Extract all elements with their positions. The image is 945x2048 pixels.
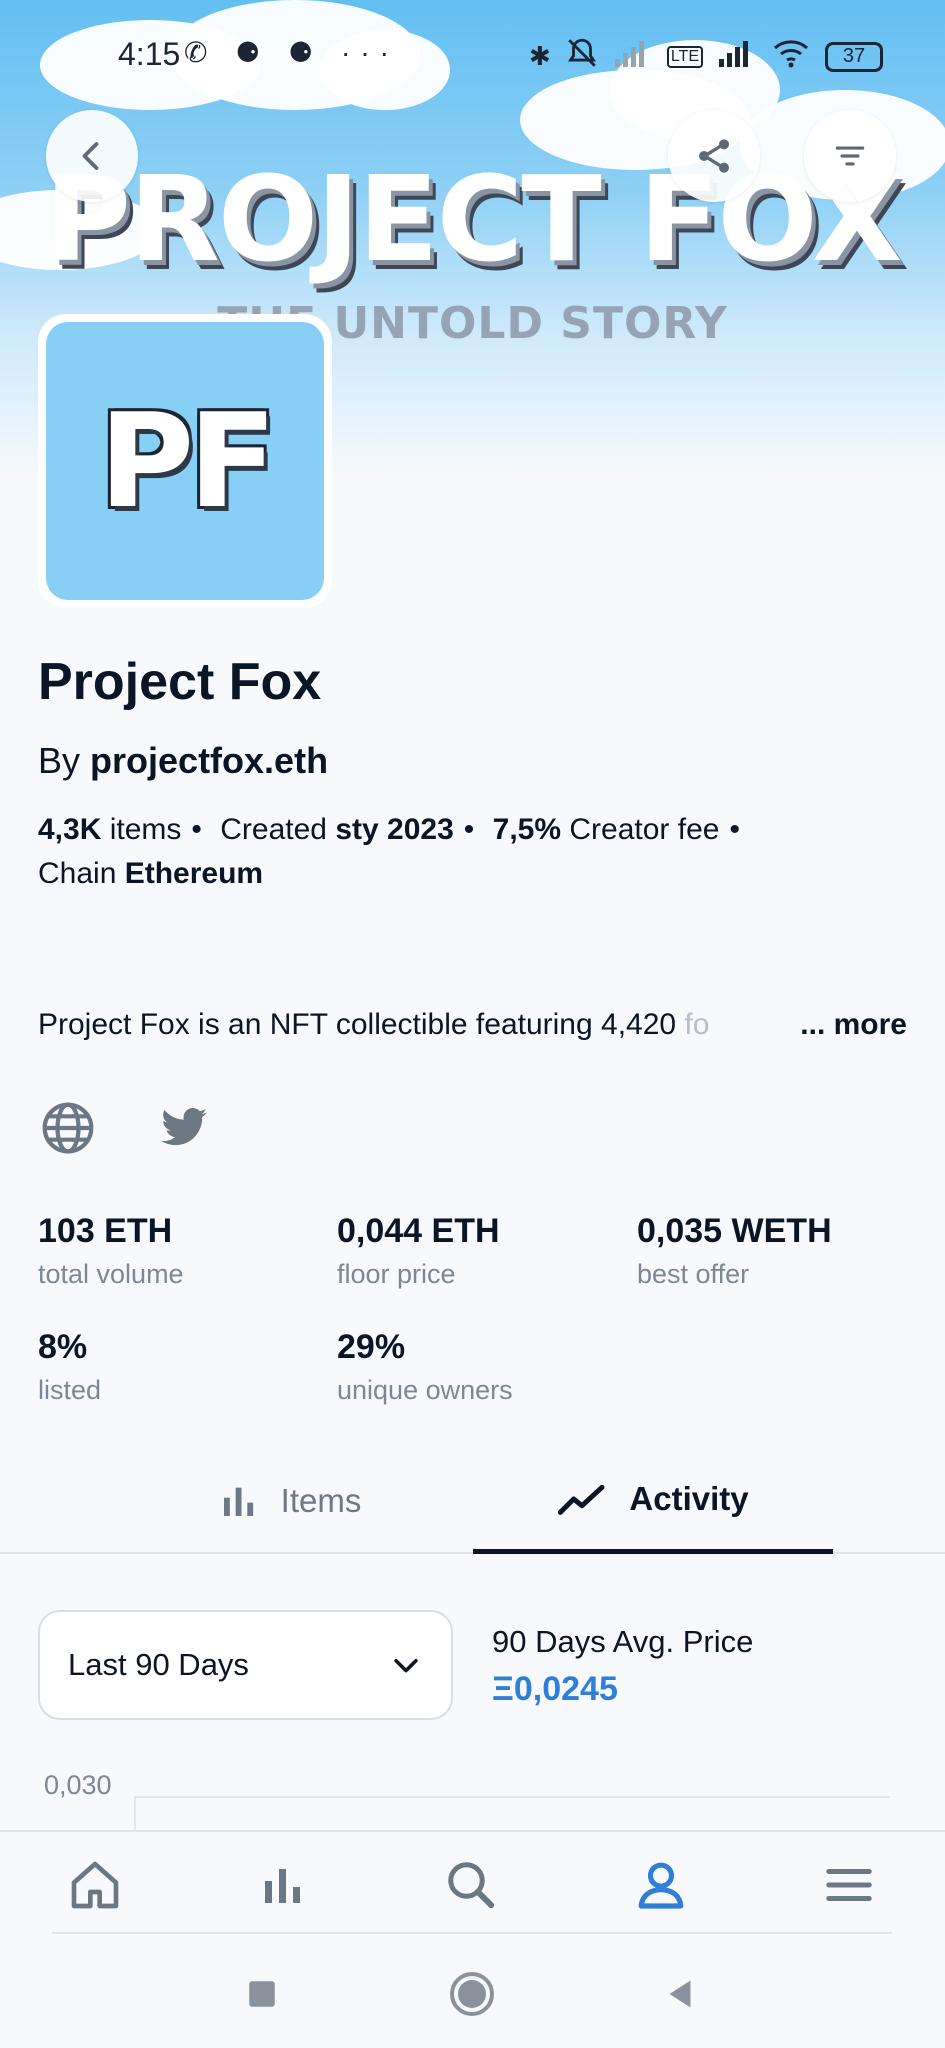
- price-chart: 0,030: [38, 1770, 908, 1836]
- created-label: Created: [220, 813, 327, 846]
- floor-price-value: 0,044 ETH: [337, 1212, 500, 1250]
- wifi-icon: [771, 38, 811, 75]
- filter-icon: [835, 146, 865, 166]
- user-icon: [638, 1862, 684, 1909]
- nav-menu[interactable]: [814, 1850, 884, 1920]
- stat-unique-owners: 29% unique owners: [337, 1328, 513, 1406]
- stat-floor-price: 0,044 ETH floor price: [337, 1212, 500, 1290]
- twitter-link[interactable]: [154, 1098, 214, 1158]
- nav-home[interactable]: [60, 1850, 130, 1920]
- created-value: sty 2023: [335, 813, 454, 846]
- listed-label: listed: [38, 1375, 102, 1405]
- description-fade: fo: [676, 1008, 710, 1041]
- signal-strength-icon: [717, 39, 757, 74]
- chevron-down-icon: [394, 1658, 418, 1673]
- filter-button[interactable]: [804, 110, 896, 202]
- twitter-icon: [161, 1108, 207, 1146]
- unique-owners-label: unique owners: [337, 1375, 513, 1405]
- creator-line: By projectfox.eth: [38, 740, 328, 782]
- stat-best-offer: 0,035 WETH best offer: [637, 1212, 832, 1290]
- home-icon: [71, 1861, 119, 1909]
- description-text: Project Fox is an NFT collectible featur…: [38, 1008, 677, 1041]
- bottom-navigation: [0, 1830, 945, 1934]
- by-prefix: By: [38, 740, 81, 781]
- square-icon: [249, 1981, 275, 2007]
- items-label: items: [109, 813, 182, 846]
- total-volume-label: total volume: [38, 1259, 184, 1289]
- tab-activity-label: Activity: [629, 1479, 749, 1517]
- avg-price-label: 90 Days Avg. Price: [492, 1624, 754, 1659]
- tab-activity[interactable]: Activity: [473, 1448, 833, 1554]
- triangle-back-icon: [669, 1980, 691, 2008]
- volte-icon: LTE: [666, 45, 703, 68]
- battery-icon: 37: [825, 41, 883, 72]
- tab-items-label: Items: [280, 1482, 362, 1519]
- best-offer-value: 0,035 WETH: [637, 1212, 832, 1250]
- best-offer-label: best offer: [637, 1259, 750, 1289]
- bar-chart-icon: [265, 1869, 300, 1903]
- system-navigation: [0, 1934, 945, 2048]
- avg-price-value: Ξ0,0245: [492, 1670, 618, 1708]
- description-more-button[interactable]: ... more: [792, 1008, 907, 1042]
- signal-icon: [613, 39, 653, 74]
- collection-meta: 4,3K items • Created sty 2023 • 7,5% Creat…: [38, 813, 740, 890]
- creator-fee-label: Creator fee: [569, 813, 720, 846]
- status-time: 4:15: [118, 36, 181, 72]
- unique-owners-value: 29%: [337, 1328, 406, 1366]
- chevron-left-icon: [82, 142, 99, 170]
- banner-title: PROJECT FOX: [44, 150, 902, 288]
- creator-link[interactable]: projectfox.eth: [90, 740, 328, 781]
- listed-value: 8%: [38, 1328, 88, 1366]
- system-status-icons: ✱ LTE 37: [529, 36, 883, 77]
- notification-icons: ✆ ⚈ ⚈ ···: [184, 37, 399, 68]
- bluetooth-icon: ✱: [529, 41, 551, 71]
- status-bar: 4:15 ✆ ⚈ ⚈ ··· ✱ LTE 37: [0, 0, 945, 110]
- hamburger-menu-icon: [826, 1869, 872, 1901]
- collection-logo: PF: [38, 314, 332, 608]
- time-range-select[interactable]: Last 90 Days: [38, 1610, 453, 1720]
- back-button[interactable]: [46, 110, 138, 202]
- chain-value: Ethereum: [124, 857, 264, 890]
- creator-fee-value: 7,5%: [492, 813, 562, 846]
- collection-title: Project Fox: [38, 653, 322, 711]
- collection-tabs: Items Activity: [0, 1448, 945, 1554]
- share-button[interactable]: [668, 110, 760, 202]
- nav-stats[interactable]: [248, 1850, 318, 1920]
- bar-chart-icon: [223, 1487, 253, 1516]
- total-volume-value: 103 ETH: [38, 1212, 173, 1250]
- chart-y-tick: 0,030: [44, 1770, 112, 1800]
- tab-items[interactable]: Items: [140, 1448, 440, 1554]
- items-count: 4,3K: [38, 813, 102, 846]
- stat-total-volume: 103 ETH total volume: [38, 1212, 184, 1290]
- website-link[interactable]: [38, 1098, 98, 1158]
- floor-price-label: floor price: [337, 1259, 456, 1289]
- mute-icon: [565, 36, 599, 77]
- back-system-button[interactable]: [650, 1964, 710, 2024]
- recents-button[interactable]: [232, 1964, 292, 2024]
- nav-profile[interactable]: [626, 1850, 696, 1920]
- globe-icon: [42, 1102, 94, 1154]
- circle-icon: [450, 1972, 494, 2016]
- nav-search[interactable]: [436, 1850, 506, 1920]
- time-range-value: Last 90 Days: [68, 1647, 249, 1682]
- search-icon: [448, 1862, 495, 1909]
- home-button[interactable]: [442, 1964, 502, 2024]
- collection-description: Project Fox is an NFT collectible featur…: [38, 1008, 908, 1042]
- collection-logo-text: PF: [46, 322, 324, 600]
- trend-line-icon: [558, 1484, 605, 1515]
- stat-listed: 8% listed: [38, 1328, 101, 1406]
- share-icon: [699, 139, 729, 173]
- chain-label: Chain: [38, 857, 117, 890]
